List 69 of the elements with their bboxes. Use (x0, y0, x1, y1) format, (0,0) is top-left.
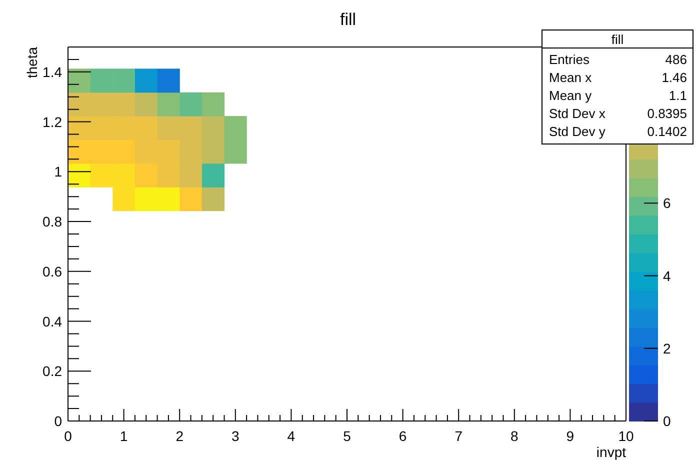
y-tick-label: 0.2 (42, 363, 62, 380)
histogram-cell (134, 187, 158, 212)
histogram-cell (134, 163, 158, 188)
histogram-cell (157, 68, 180, 93)
stats-value: 0.8395 (647, 106, 687, 121)
stats-value: 486 (665, 52, 687, 67)
histogram-cell (112, 187, 136, 212)
color-scale-label: 2 (663, 340, 671, 356)
histogram-cell (157, 187, 180, 212)
plot-title: fill (340, 10, 356, 29)
x-tick-label: 8 (510, 428, 518, 444)
stats-label: Mean y (549, 88, 592, 103)
histogram-cell (134, 68, 158, 93)
histogram-cell (112, 92, 136, 116)
stats-label: Entries (549, 52, 590, 67)
stats-value: 1.1 (668, 88, 687, 103)
histogram-cell (134, 92, 158, 116)
histogram-cell (68, 68, 91, 93)
histogram-cell (202, 140, 225, 164)
histogram-cell (180, 163, 202, 188)
histogram-cell (157, 163, 180, 188)
histogram-cell (112, 140, 136, 164)
histogram-cell (90, 116, 113, 140)
x-tick-label: 10 (618, 428, 634, 444)
y-tick-label: 1.4 (42, 64, 62, 80)
histogram-cell (112, 68, 136, 93)
stats-title: fill (611, 32, 624, 47)
y-tick-label: 0.4 (42, 313, 62, 330)
stats-value: 1.46 (662, 70, 687, 85)
x-tick-label: 1 (120, 428, 128, 444)
color-scale-label: 0 (663, 413, 671, 429)
histogram-cell (180, 92, 202, 116)
x-tick-label: 7 (454, 428, 462, 444)
x-tick-label: 6 (398, 428, 407, 444)
stats-label: Mean x (549, 70, 592, 85)
stats-value: 0.1402 (647, 124, 687, 139)
histogram-cell (224, 116, 247, 140)
histogram-cell (202, 163, 225, 188)
histogram-cell (202, 116, 225, 140)
color-scale-label: 4 (663, 268, 671, 284)
y-axis-title: theta (24, 47, 40, 78)
x-tick-label: 9 (566, 428, 574, 444)
histogram-cell (180, 116, 202, 140)
histogram-cell (112, 163, 136, 188)
histogram-cell (224, 140, 247, 164)
y-tick-label: 0.8 (42, 214, 62, 230)
x-tick-label: 2 (176, 428, 184, 444)
histogram-cell (202, 92, 225, 116)
histogram-cell (157, 116, 180, 140)
y-tick-label: 0 (54, 413, 62, 429)
histogram-cell (90, 140, 113, 164)
color-scale-label: 6 (663, 195, 671, 212)
histogram-cell (112, 116, 136, 140)
histogram-cell (90, 163, 113, 188)
histogram-cell (180, 187, 202, 212)
histogram-cell (202, 187, 225, 212)
x-tick-label: 5 (343, 428, 351, 444)
histogram-cell (90, 68, 113, 93)
histogram-cell (90, 92, 113, 116)
x-axis-title: invpt (596, 444, 626, 460)
y-tick-label: 1.2 (42, 114, 62, 130)
y-tick-label: 1 (54, 164, 62, 180)
stats-label: Std Dev x (549, 106, 606, 121)
x-tick-label: 3 (232, 428, 240, 444)
x-tick-label: 0 (64, 428, 72, 444)
stats-label: Std Dev y (549, 124, 606, 139)
y-tick-label: 0.6 (42, 263, 62, 280)
histogram-cell (157, 92, 180, 116)
x-tick-label: 4 (287, 428, 296, 444)
